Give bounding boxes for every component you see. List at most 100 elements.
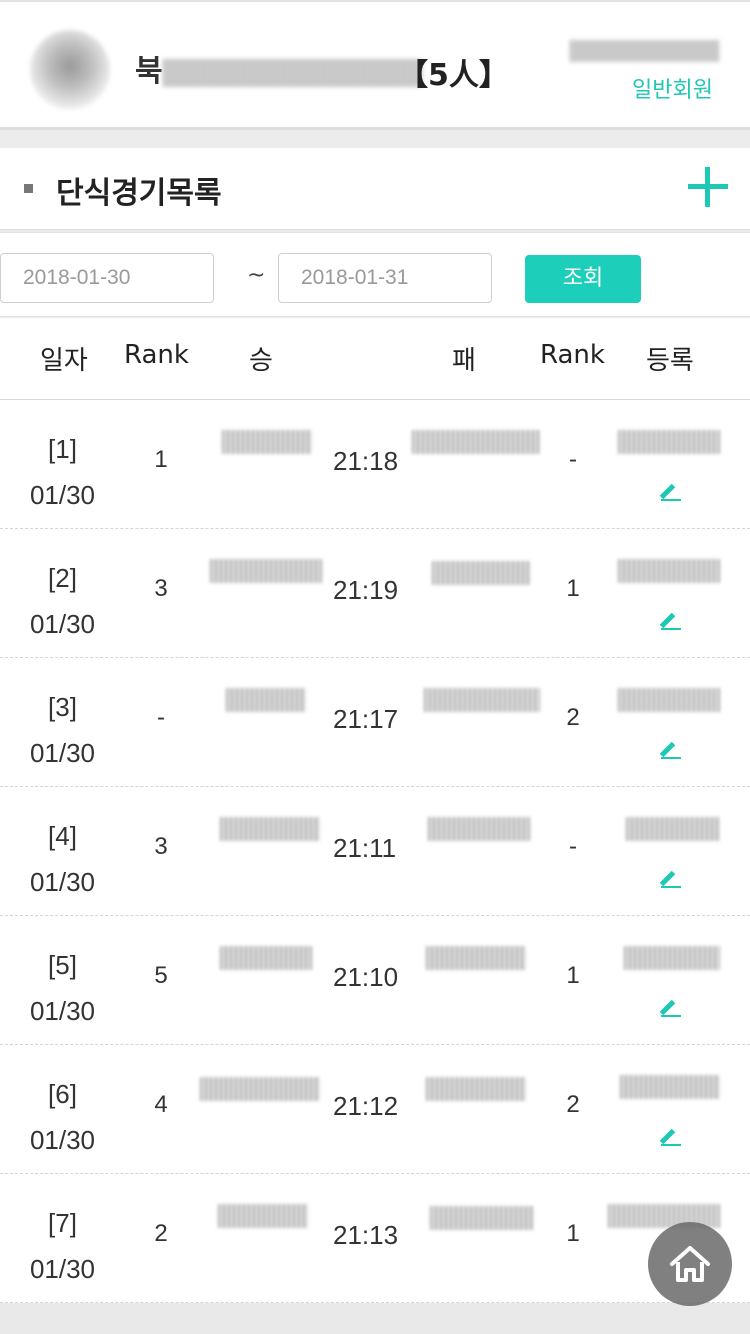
winner-rank: - (157, 704, 165, 731)
col-win-rank: Rank (124, 340, 189, 370)
loser-rank: 1 (566, 575, 580, 602)
home-icon (670, 1246, 710, 1282)
start-date-input[interactable]: 2018-01-30 (0, 253, 214, 303)
member-type-badge: 일반회원 (632, 78, 713, 103)
winner-rank: 3 (154, 575, 168, 602)
loser-rank: 2 (566, 704, 580, 731)
table-row[interactable]: [3] 01/30 - 21:17 2 (0, 658, 750, 787)
match-time: 21:10 (333, 962, 399, 992)
match-day: 01/30 (29, 1254, 96, 1284)
plus-icon[interactable] (688, 167, 728, 207)
match-day: 01/30 (29, 867, 96, 897)
section-header: 단식경기목록 (0, 148, 750, 230)
winner-rank: 1 (154, 446, 168, 473)
registrant-name-blurred (626, 817, 720, 841)
winner-rank: 2 (154, 1220, 168, 1247)
bullet-icon (24, 184, 33, 193)
pencil-icon[interactable] (660, 867, 682, 889)
loser-rank: 1 (566, 1220, 580, 1247)
club-name: 북 (135, 46, 423, 90)
winner-name-blurred (210, 559, 322, 583)
table-row[interactable]: [4] 01/30 3 21:11 - (0, 787, 750, 916)
profile-header: 북 【5人】 일반회원 (0, 0, 750, 130)
loser-rank: 1 (566, 962, 580, 989)
loser-name-blurred (424, 688, 540, 712)
match-no: [7] (48, 1208, 77, 1238)
loser-rank: - (569, 446, 577, 473)
winner-name-blurred (220, 817, 320, 841)
loser-rank: 2 (566, 1091, 580, 1118)
match-date: [2] 01/30 (0, 555, 125, 647)
winner-name-blurred (218, 1204, 308, 1228)
col-loser: 패 (452, 346, 476, 376)
match-time: 21:13 (333, 1220, 399, 1250)
registrant-name-blurred (618, 559, 720, 583)
loser-name-blurred (426, 1077, 526, 1101)
date-separator: ~ (247, 263, 266, 288)
col-lose-rank: Rank (540, 340, 605, 370)
loser-name-blurred (428, 817, 530, 841)
match-no: [3] (48, 692, 77, 722)
winner-rank: 3 (154, 833, 168, 860)
home-button[interactable] (648, 1222, 732, 1306)
member-name-blurred (570, 40, 720, 62)
avatar (30, 30, 110, 110)
col-date: 일자 (40, 346, 88, 376)
search-button[interactable]: 조회 (525, 255, 641, 303)
club-name-blurred (162, 58, 423, 87)
match-no: [2] (48, 563, 77, 593)
match-date: [4] 01/30 (0, 813, 125, 905)
match-day: 01/30 (29, 609, 96, 639)
match-time: 21:17 (333, 704, 399, 734)
match-day: 01/30 (29, 738, 96, 768)
match-no: [4] (48, 821, 77, 851)
match-no: [1] (48, 434, 77, 464)
match-time: 21:19 (333, 575, 399, 605)
table-row[interactable]: [2] 01/30 3 21:19 1 (0, 529, 750, 658)
table-row[interactable]: [6] 01/30 4 21:12 2 (0, 1045, 750, 1174)
match-day: 01/30 (29, 996, 96, 1026)
registrant-name-blurred (620, 1075, 720, 1099)
match-date: [7] 01/30 (0, 1200, 125, 1292)
match-time: 21:18 (333, 446, 399, 476)
match-table: 일자 Rank 승 패 Rank 등록 [1] 01/30 1 21:18 - [… (0, 318, 750, 1303)
registrant-name-blurred (618, 688, 720, 712)
pencil-icon[interactable] (660, 738, 682, 760)
pencil-icon[interactable] (660, 996, 682, 1018)
col-register: 등록 (646, 346, 694, 376)
table-row[interactable]: [5] 01/30 5 21:10 1 (0, 916, 750, 1045)
club-name-text: 북 (135, 54, 163, 89)
table-header: 일자 Rank 승 패 Rank 등록 (0, 318, 750, 400)
match-time: 21:11 (333, 833, 397, 863)
match-date: [1] 01/30 (0, 426, 125, 518)
winner-name-blurred (222, 430, 312, 454)
bottom-bar (0, 1303, 750, 1334)
member-count: 【5人】 (398, 58, 509, 93)
end-date-input[interactable]: 2018-01-31 (278, 253, 492, 303)
pencil-icon[interactable] (660, 1125, 682, 1147)
registrant-name-blurred (624, 946, 720, 970)
loser-name-blurred (432, 561, 530, 585)
table-row[interactable]: [1] 01/30 1 21:18 - (0, 400, 750, 529)
match-no: [5] (48, 950, 77, 980)
match-date: [5] 01/30 (0, 942, 125, 1034)
date-filter: 2018-01-30 ~ 2018-01-31 조회 (0, 232, 750, 317)
winner-name-blurred (200, 1077, 320, 1101)
loser-rank: - (569, 833, 577, 860)
table-row[interactable]: [7] 01/30 2 21:13 1 (0, 1174, 750, 1303)
match-date: [6] 01/30 (0, 1071, 125, 1163)
loser-name-blurred (412, 430, 540, 454)
page-title: 단식경기목록 (56, 176, 222, 211)
winner-rank: 5 (154, 962, 168, 989)
loser-name-blurred (430, 1206, 534, 1230)
match-time: 21:12 (333, 1091, 399, 1121)
pencil-icon[interactable] (660, 480, 682, 502)
col-winner: 승 (249, 346, 273, 376)
winner-rank: 4 (154, 1091, 168, 1118)
match-day: 01/30 (29, 1125, 96, 1155)
loser-name-blurred (426, 946, 526, 970)
match-day: 01/30 (29, 480, 96, 510)
match-date: [3] 01/30 (0, 684, 125, 776)
winner-name-blurred (220, 946, 312, 970)
pencil-icon[interactable] (660, 609, 682, 631)
